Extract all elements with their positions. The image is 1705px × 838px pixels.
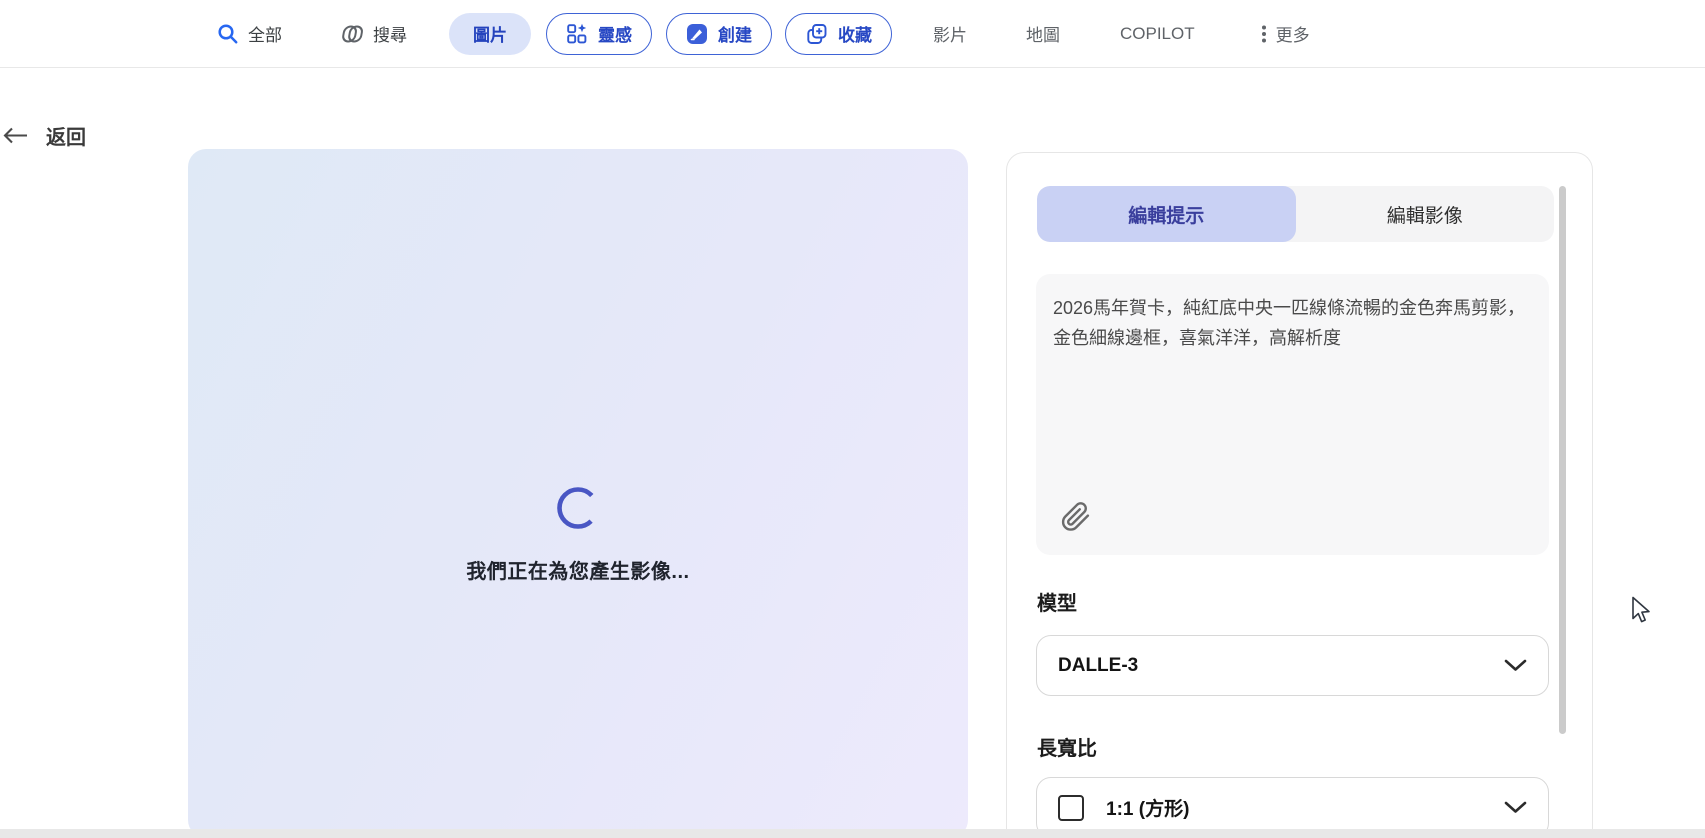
editor-tabbar: 編輯提示 編輯影像	[1037, 186, 1554, 242]
nav-tab-create[interactable]: 創建	[666, 12, 772, 55]
nav-tab-images-label: 圖片	[473, 26, 507, 45]
nav-tab-all-label: 全部	[248, 26, 282, 45]
aspect-ratio-label: 長寬比	[1037, 738, 1097, 760]
tab-edit-image-label: 編輯影像	[1386, 205, 1463, 227]
nav-tab-videos-label: 影片	[933, 26, 967, 45]
chevron-down-icon	[1504, 801, 1527, 814]
nav-more-label: 更多	[1275, 26, 1310, 45]
nav-tab-collections[interactable]: 收藏	[785, 12, 892, 55]
chevron-down-icon	[1504, 659, 1527, 672]
tab-edit-prompt[interactable]: 編輯提示	[1037, 186, 1296, 242]
nav-tab-inspiration-label: 靈感	[598, 26, 632, 45]
back-button[interactable]: 返回	[2, 121, 86, 150]
prompt-input[interactable]: 2026馬年賀卡，純紅底中央一匹線條流暢的金色奔馬剪影，金色細線邊框，喜氣洋洋，…	[1036, 274, 1549, 555]
nav-tab-all[interactable]: 全部	[217, 21, 282, 46]
create-icon	[687, 23, 707, 44]
model-value: DALLE-3	[1058, 654, 1139, 676]
nav-tab-search-label: 搜尋	[373, 26, 407, 45]
copilot-icon	[342, 25, 363, 42]
nav-tab-search[interactable]: 搜尋	[340, 21, 407, 46]
tab-edit-prompt-label: 編輯提示	[1128, 205, 1205, 227]
nav-more-menu[interactable]: 更多	[1261, 21, 1310, 46]
prompt-text: 2026馬年賀卡，純紅底中央一匹線條流暢的金色奔馬剪影，金色細線邊框，喜氣洋洋，…	[1053, 298, 1526, 348]
mouse-cursor	[1630, 596, 1655, 630]
horizontal-scrollbar-track[interactable]	[0, 829, 1705, 838]
editor-panel: 編輯提示 編輯影像 2026馬年賀卡，純紅底中央一匹線條流暢的金色奔馬剪影，金色…	[1006, 152, 1593, 838]
paperclip-icon	[1061, 502, 1090, 531]
model-label: 模型	[1037, 593, 1077, 615]
search-icon	[218, 23, 238, 43]
top-nav: 全部 搜尋 圖片 靈感 創建 收藏 影片 地圖 COPILOT 更多	[0, 0, 1705, 68]
loading-spinner-icon	[557, 487, 599, 529]
inspiration-icon	[567, 23, 587, 43]
model-dropdown[interactable]: DALLE-3	[1036, 635, 1549, 696]
nav-tab-copilot[interactable]: COPILOT	[1120, 24, 1195, 44]
attach-file-button[interactable]	[1058, 497, 1094, 537]
generation-canvas: 我們正在為您產生影像...	[188, 149, 968, 838]
back-label: 返回	[46, 127, 86, 149]
square-aspect-icon	[1058, 794, 1084, 821]
nav-tab-collections-label: 收藏	[838, 26, 872, 45]
tab-edit-image[interactable]: 編輯影像	[1296, 186, 1555, 242]
nav-tab-inspiration[interactable]: 靈感	[546, 12, 652, 55]
aspect-ratio-value: 1:1 (方形)	[1106, 799, 1190, 820]
nav-tab-maps-label: 地圖	[1026, 26, 1060, 45]
nav-tab-videos[interactable]: 影片	[933, 21, 967, 46]
more-vertical-dots-icon	[1261, 25, 1266, 42]
nav-tab-images[interactable]: 圖片	[449, 12, 531, 55]
nav-tab-create-label: 創建	[718, 26, 752, 45]
back-arrow-icon	[3, 127, 27, 144]
panel-scrollbar-thumb[interactable]	[1559, 186, 1566, 734]
collections-icon	[807, 23, 827, 44]
nav-tab-maps[interactable]: 地圖	[1026, 21, 1060, 46]
nav-tab-copilot-label: COPILOT	[1120, 23, 1195, 43]
loading-status-text: 我們正在為您產生影像...	[466, 561, 690, 583]
